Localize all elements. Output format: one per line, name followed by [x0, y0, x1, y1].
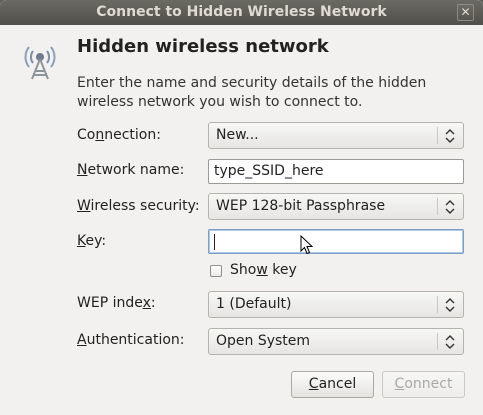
wireless-security-value: WEP 128-bit Passphrase [216, 198, 386, 214]
network-name-label: Network name: [77, 162, 185, 178]
wep-index-select[interactable]: 1 (Default) [208, 291, 464, 318]
dialog-description: Enter the name and security details of t… [77, 75, 427, 110]
wireless-security-label: Wireless security: [77, 198, 200, 214]
cancel-button[interactable]: Cancel [291, 371, 374, 398]
title-bar: Connect to Hidden Wireless Network ✕ [0, 0, 483, 25]
authentication-value: Open System [216, 333, 311, 349]
updown-chevron-icon [445, 335, 455, 349]
wireless-network-icon [24, 46, 56, 80]
dialog-window: Connect to Hidden Wireless Network ✕ Hid… [0, 0, 483, 415]
close-icon: ✕ [460, 5, 471, 19]
mouse-pointer-icon [300, 235, 313, 255]
key-input[interactable] [208, 229, 464, 254]
wireless-security-select[interactable]: WEP 128-bit Passphrase [208, 193, 464, 220]
updown-chevron-icon [445, 200, 455, 214]
show-key-label[interactable]: Show key [230, 262, 297, 278]
connect-button[interactable]: Connect [382, 371, 465, 398]
connection-value: New... [216, 127, 259, 143]
window-title: Connect to Hidden Wireless Network [96, 4, 387, 20]
wep-index-value: 1 (Default) [216, 296, 292, 312]
authentication-label: Authentication: [77, 332, 185, 348]
show-key-checkbox[interactable] [210, 265, 222, 277]
updown-chevron-icon [445, 298, 455, 312]
network-name-input[interactable]: type_SSID_here [208, 159, 464, 184]
connection-select[interactable]: New... [208, 122, 464, 149]
updown-chevron-icon [445, 129, 455, 143]
authentication-select[interactable]: Open System [208, 328, 464, 355]
wep-index-label: WEP index: [77, 295, 156, 311]
text-caret [214, 234, 215, 250]
key-label: Key: [77, 233, 107, 249]
connection-label: Connection: [77, 127, 161, 143]
close-button[interactable]: ✕ [457, 4, 474, 21]
network-name-value: type_SSID_here [214, 163, 324, 179]
dialog-heading: Hidden wireless network [77, 36, 329, 57]
